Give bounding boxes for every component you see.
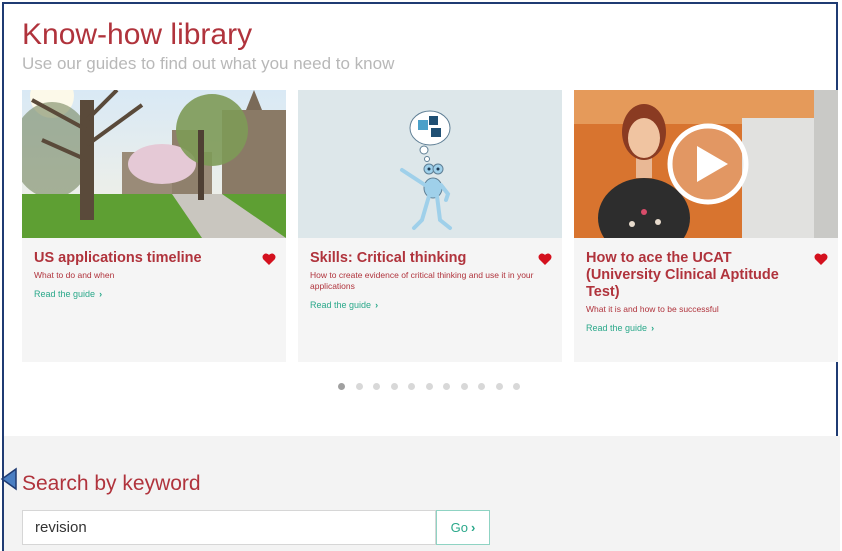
guide-card[interactable]: US applications timeline What to do and … [22,90,286,362]
carousel-dot[interactable] [443,383,450,390]
page-frame: Know-how library Use our guides to find … [2,2,840,551]
carousel-dot[interactable] [495,383,503,390]
card-description: How to create evidence of critical think… [310,270,534,291]
heart-icon[interactable] [262,253,276,266]
chevron-right-icon: › [471,520,476,535]
chevron-right-icon: › [99,289,103,299]
campus-photo[interactable] [22,90,286,238]
carousel-dot[interactable] [355,383,363,390]
carousel-dot[interactable] [408,383,415,390]
heart-icon[interactable] [538,253,552,266]
carousel-dot[interactable] [460,383,468,390]
search-title: Search by keyword [22,472,201,495]
card-title[interactable]: How to ace the UCAT (University Clinical… [586,250,801,301]
page-subtitle: Use our guides to find out what you need… [22,54,395,73]
card-description: What to do and when [34,270,115,280]
frog-thinking-illustration[interactable] [298,90,562,238]
carousel-dot[interactable] [425,383,433,390]
carousel-dot[interactable] [513,383,520,390]
card-description: What it is and how to be successful [586,304,719,314]
card-title[interactable]: Skills: Critical thinking [310,250,525,267]
carousel-dot[interactable] [373,383,380,390]
read-guide-link[interactable]: Read the guide › [34,289,274,299]
carousel-dot[interactable] [338,383,345,390]
guide-card[interactable]: How to ace the UCAT (University Clinical… [574,90,838,362]
carousel-dot[interactable] [478,383,485,390]
guide-carousel: US applications timeline What to do and … [22,90,838,362]
guide-card[interactable]: Skills: Critical thinking How to create … [298,90,562,362]
chevron-right-icon: › [375,300,379,310]
pointer-arrow-icon [0,467,17,491]
read-guide-link[interactable]: Read the guide › [310,300,550,310]
go-button[interactable]: Go › [436,510,490,545]
video-thumbnail[interactable] [574,90,838,238]
heart-icon[interactable] [814,253,828,266]
search-input[interactable] [22,510,436,545]
read-guide-link[interactable]: Read the guide › [586,323,826,333]
chevron-right-icon: › [651,323,655,333]
carousel-dot[interactable] [390,383,398,390]
card-title[interactable]: US applications timeline [34,250,249,267]
search-section: Search by keyword Go› [4,436,840,551]
page-title: Know-how library [22,18,253,51]
